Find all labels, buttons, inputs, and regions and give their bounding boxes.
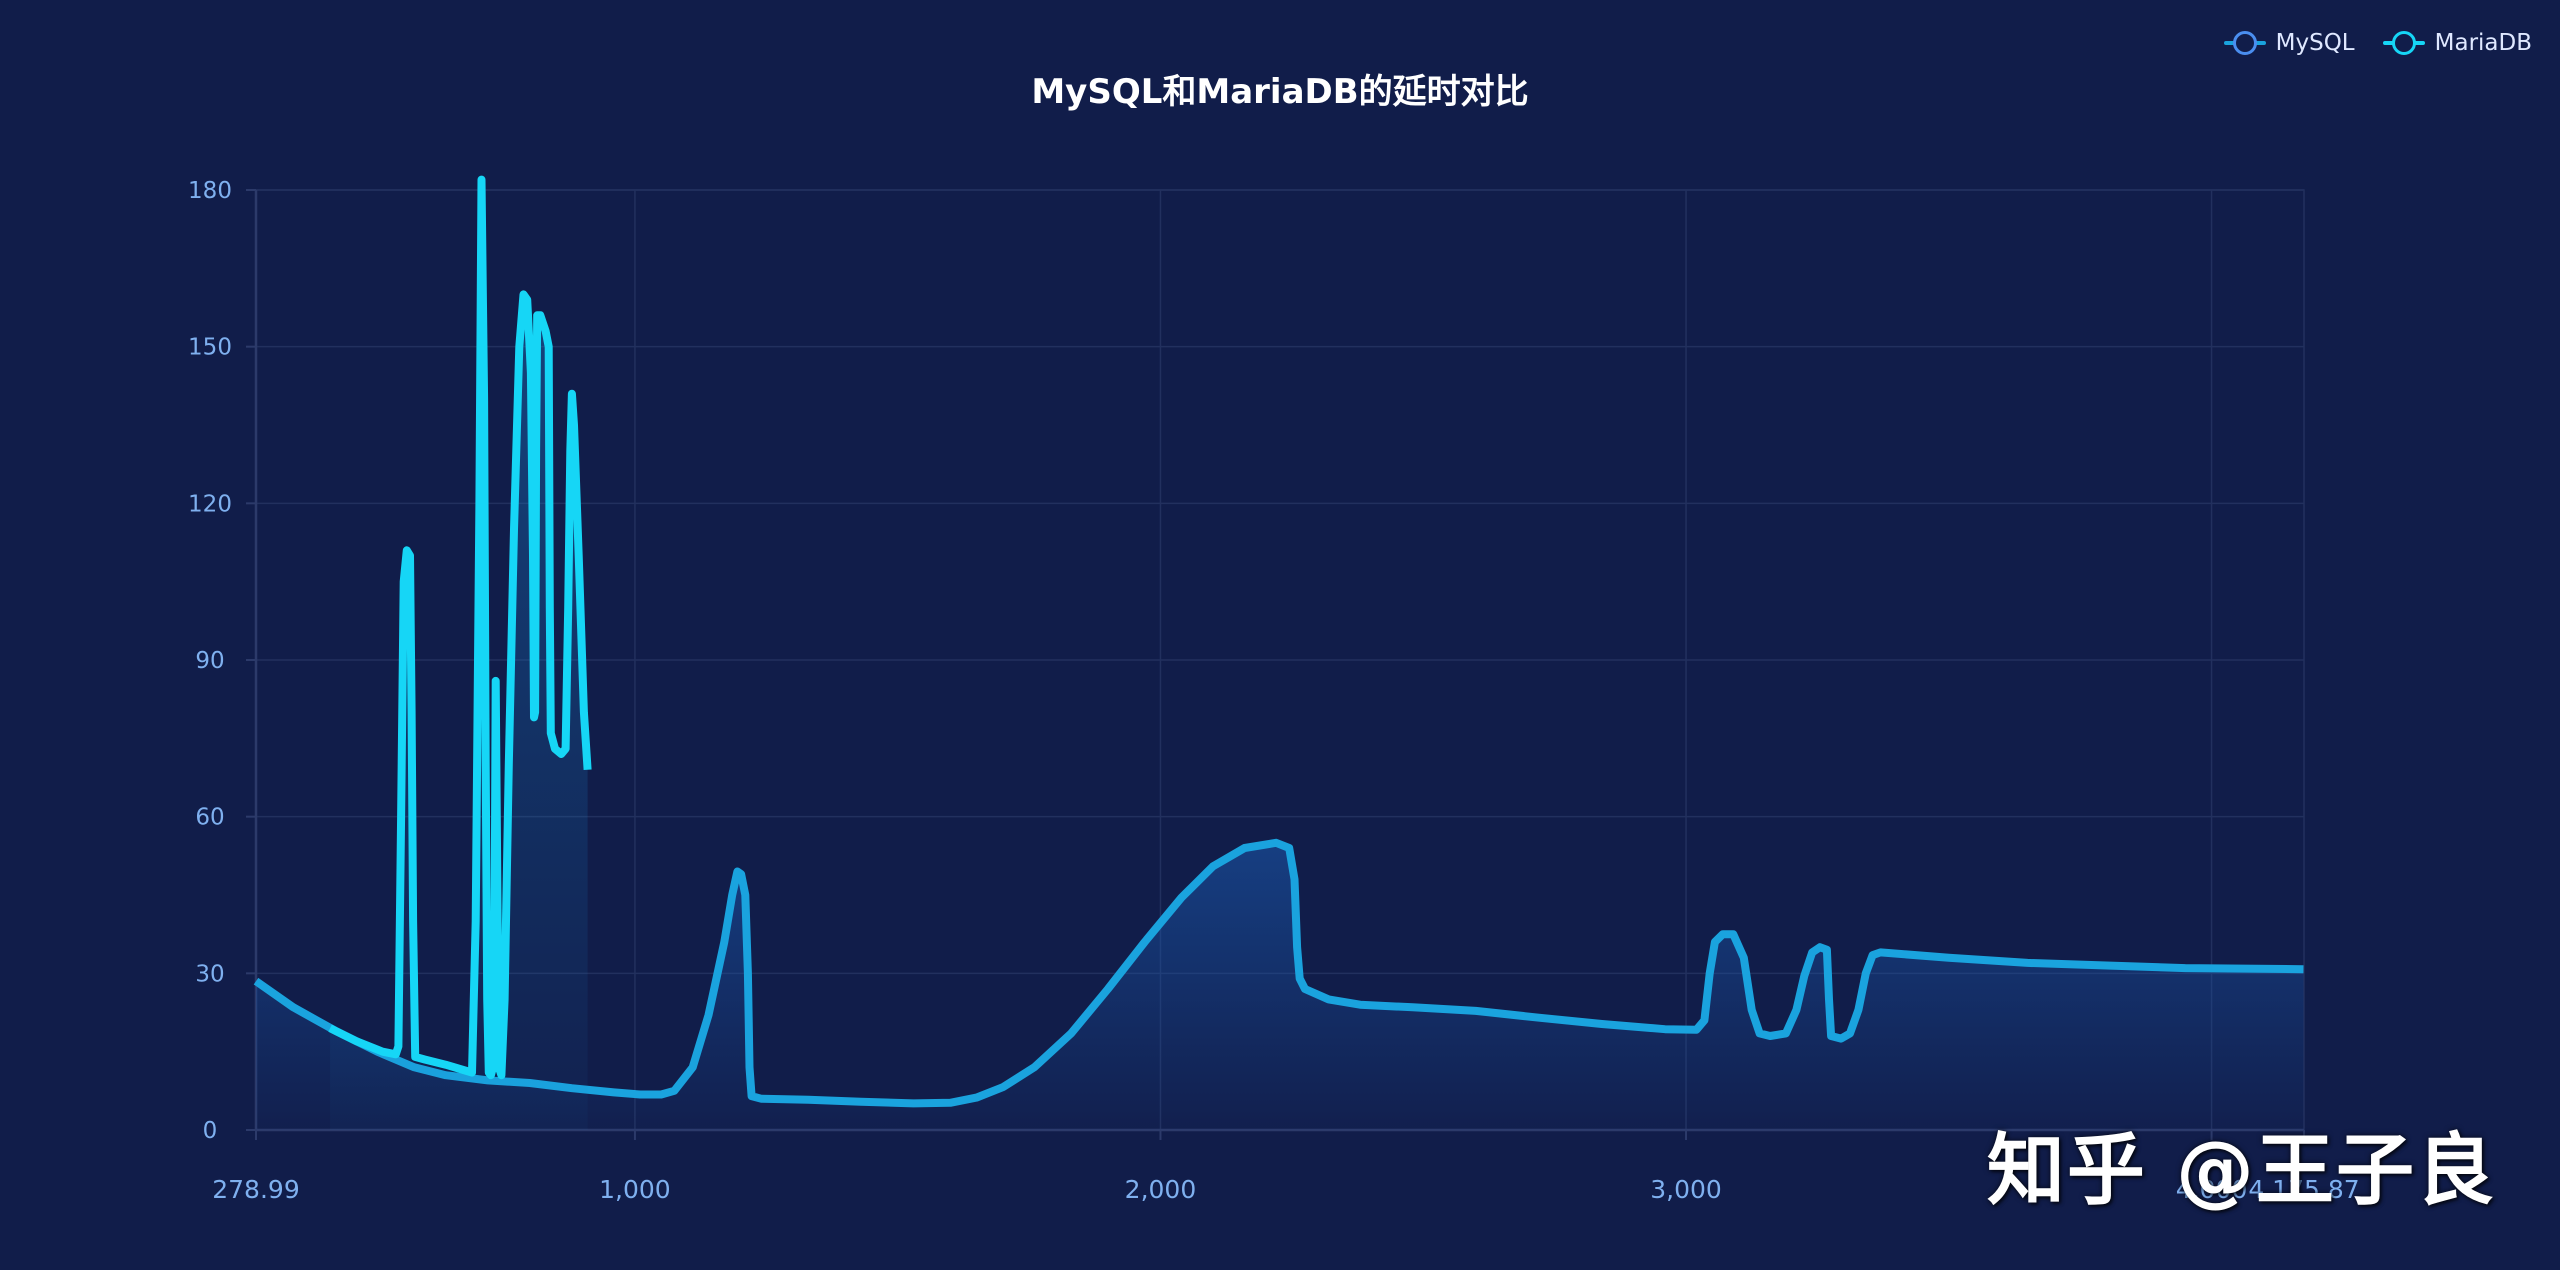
y-tick-label: 30 xyxy=(195,961,224,987)
y-tick-label: 60 xyxy=(195,805,224,831)
y-tick-label: 180 xyxy=(188,178,232,204)
chart-plot: 0306090120150180278.99 1,000 2,000 3,000 4,0… xyxy=(188,175,2360,1204)
x-tick-label: 2,000 xyxy=(1125,1175,1197,1204)
y-tick-label: 90 xyxy=(195,648,224,674)
x-tick-label: 1,000 xyxy=(599,1175,671,1204)
y-tick-label: 150 xyxy=(188,335,232,361)
watermark: 知乎 @王子良 xyxy=(1986,1126,2496,1216)
x-tick-label: 3,000 xyxy=(1650,1175,1722,1204)
y-tick-label: 120 xyxy=(188,491,232,517)
y-tick-label: 0 xyxy=(203,1118,218,1144)
series-layer xyxy=(253,175,2304,1131)
x-tick-label: 278.99 xyxy=(212,1175,299,1204)
